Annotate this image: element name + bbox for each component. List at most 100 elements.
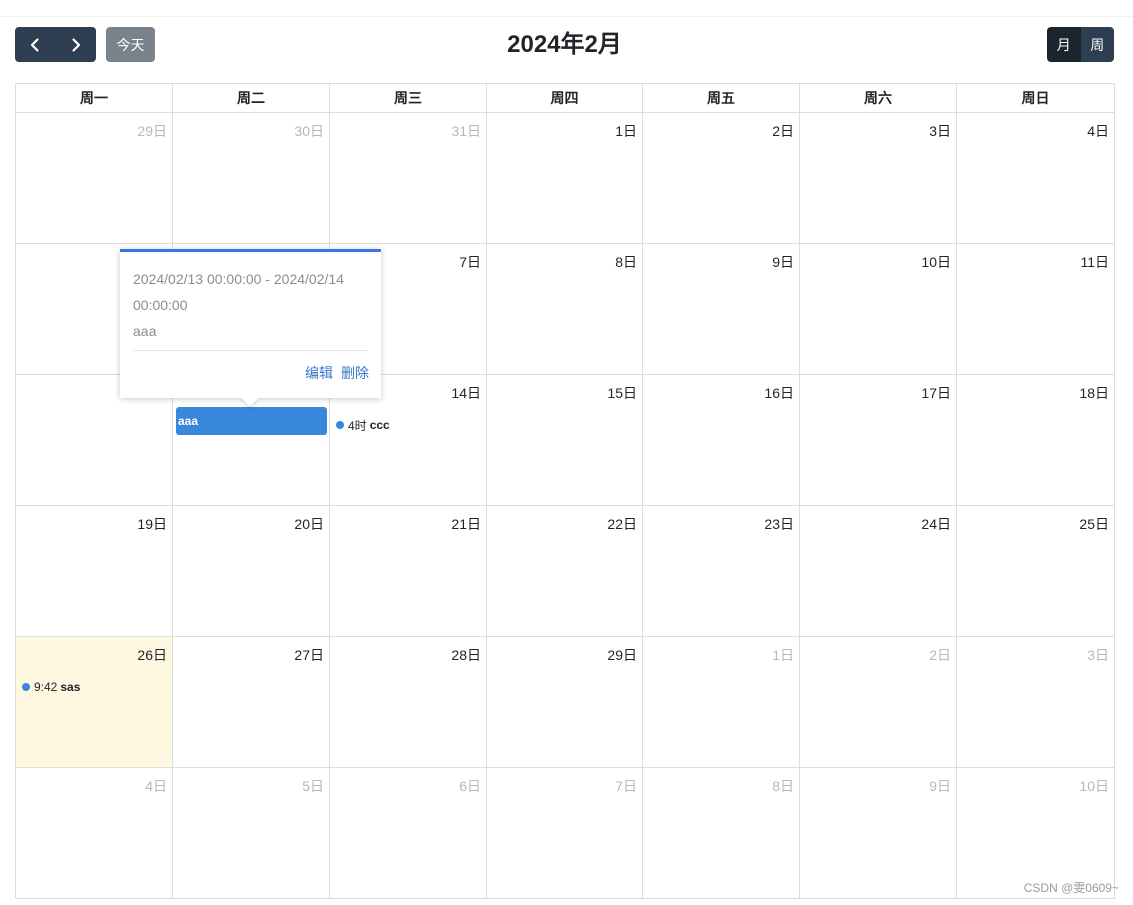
day-cell[interactable]: 24日	[800, 506, 957, 637]
day-cell[interactable]: 30日	[173, 113, 330, 244]
day-cell[interactable]: 3日	[800, 113, 957, 244]
day-cell[interactable]: 11日	[957, 244, 1115, 375]
day-cell[interactable]: 25日	[957, 506, 1115, 637]
day-number[interactable]: 5日	[302, 776, 324, 796]
day-cell[interactable]: 23日	[643, 506, 800, 637]
day-cell[interactable]: 4日	[957, 113, 1115, 244]
popover-date-range: 2024/02/13 00:00:00 - 2024/02/14 00:00:0…	[133, 271, 344, 313]
event-sas[interactable]: 9:42 sas	[22, 678, 80, 696]
day-cell[interactable]: 17日	[800, 375, 957, 506]
day-number[interactable]: 28日	[451, 645, 481, 665]
day-number[interactable]: 7日	[615, 776, 637, 796]
day-cell[interactable]: 2日	[643, 113, 800, 244]
day-number[interactable]: 25日	[1079, 514, 1109, 534]
day-cell[interactable]: 7日	[487, 768, 643, 899]
day-number[interactable]: 2日	[772, 121, 794, 141]
event-dot-icon	[336, 421, 344, 429]
day-cell[interactable]: 4日	[16, 768, 173, 899]
day-number[interactable]: 11日	[1080, 252, 1109, 272]
day-number[interactable]: 4日	[1087, 121, 1109, 141]
day-number[interactable]: 30日	[294, 121, 324, 141]
day-cell[interactable]: 22日	[487, 506, 643, 637]
day-cell[interactable]: 15日	[487, 375, 643, 506]
day-number[interactable]: 10日	[1079, 776, 1109, 796]
popover-body: 2024/02/13 00:00:00 - 2024/02/14 00:00:0…	[133, 266, 368, 344]
day-cell[interactable]: 2日	[800, 637, 957, 768]
day-number[interactable]: 1日	[772, 645, 794, 665]
day-cell[interactable]: 16日	[643, 375, 800, 506]
weekday-header: 周三	[330, 84, 487, 113]
day-cell[interactable]: 28日	[330, 637, 487, 768]
popover-divider	[133, 350, 368, 351]
day-number[interactable]: 19日	[137, 514, 167, 534]
day-cell[interactable]: 8日	[643, 768, 800, 899]
day-number[interactable]: 21日	[451, 514, 481, 534]
day-number[interactable]: 14日	[451, 383, 481, 403]
view-toggle-group: 月 周	[1047, 27, 1114, 62]
day-cell[interactable]: 5日	[173, 768, 330, 899]
day-cell[interactable]: 1日	[643, 637, 800, 768]
day-number[interactable]: 9日	[772, 252, 794, 272]
event-title: sas	[60, 680, 81, 694]
day-number[interactable]: 8日	[615, 252, 637, 272]
event-title: ccc	[369, 418, 390, 432]
day-cell[interactable]: 20日	[173, 506, 330, 637]
day-number[interactable]: 10日	[921, 252, 951, 272]
event-ccc[interactable]: 4时 ccc	[336, 416, 390, 434]
day-cell[interactable]: 1日	[487, 113, 643, 244]
day-number[interactable]: 23日	[764, 514, 794, 534]
today-button[interactable]: 今天	[106, 27, 155, 62]
day-number[interactable]: 3日	[1087, 645, 1109, 665]
day-number[interactable]: 3日	[929, 121, 951, 141]
day-number[interactable]: 24日	[921, 514, 951, 534]
day-cell[interactable]: 10日	[800, 244, 957, 375]
day-number[interactable]: 29日	[607, 645, 637, 665]
day-cell[interactable]: 9日	[800, 768, 957, 899]
day-number[interactable]: 29日	[137, 121, 167, 141]
event-dot-icon	[22, 683, 30, 691]
top-divider	[0, 16, 1133, 17]
calendar-title: 2024年2月	[507, 31, 622, 58]
day-number[interactable]: 22日	[607, 514, 637, 534]
day-number[interactable]: 26日	[137, 645, 167, 665]
event-aaa[interactable]: aaa	[176, 407, 327, 435]
day-number[interactable]: 6日	[459, 776, 481, 796]
event-title: aaa	[178, 414, 199, 428]
day-number[interactable]: 8日	[772, 776, 794, 796]
day-number[interactable]: 1日	[615, 121, 637, 141]
day-cell[interactable]: 21日	[330, 506, 487, 637]
week-view-button[interactable]: 周	[1080, 27, 1114, 62]
month-view-button[interactable]: 月	[1047, 27, 1081, 62]
day-number[interactable]: 20日	[294, 514, 324, 534]
day-cell-today[interactable]: 26日	[16, 637, 173, 768]
day-cell[interactable]: 19日	[16, 506, 173, 637]
prev-month-button[interactable]	[15, 27, 56, 62]
day-cell[interactable]: 8日	[487, 244, 643, 375]
day-number[interactable]: 2日	[929, 645, 951, 665]
day-number[interactable]: 31日	[451, 121, 481, 141]
day-cell[interactable]: 6日	[330, 768, 487, 899]
day-number[interactable]: 9日	[929, 776, 951, 796]
day-number[interactable]: 17日	[921, 383, 951, 403]
popover-actions: 编辑 删除	[305, 363, 369, 383]
day-cell[interactable]: 31日	[330, 113, 487, 244]
edit-event-link[interactable]: 编辑	[305, 363, 333, 383]
day-cell[interactable]: 3日	[957, 637, 1115, 768]
day-number[interactable]: 4日	[145, 776, 167, 796]
day-cell[interactable]: 29日	[16, 113, 173, 244]
day-cell[interactable]: 18日	[957, 375, 1115, 506]
day-cell[interactable]: 9日	[643, 244, 800, 375]
day-number[interactable]: 16日	[764, 383, 794, 403]
day-cell[interactable]: 27日	[173, 637, 330, 768]
day-number[interactable]: 15日	[607, 383, 637, 403]
weekday-header: 周二	[173, 84, 330, 113]
day-number[interactable]: 18日	[1079, 383, 1109, 403]
day-number[interactable]: 7日	[459, 252, 481, 272]
watermark: CSDN @雯0609~	[1023, 881, 1119, 895]
next-month-button[interactable]	[55, 27, 96, 62]
day-number[interactable]: 27日	[294, 645, 324, 665]
day-cell[interactable]: 29日	[487, 637, 643, 768]
weekday-header: 周四	[487, 84, 643, 113]
delete-event-link[interactable]: 删除	[341, 363, 369, 383]
popover-event-title: aaa	[133, 323, 157, 339]
